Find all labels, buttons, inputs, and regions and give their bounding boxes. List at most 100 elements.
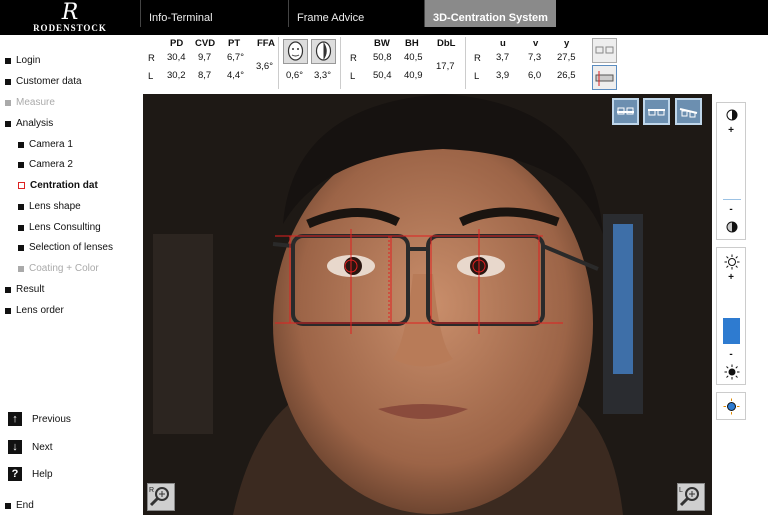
row-label-l: L xyxy=(350,71,356,82)
rodenstock-logo: R RODENSTOCK xyxy=(0,0,140,35)
header-cvd: CVD xyxy=(195,38,216,49)
brightness-low-icon xyxy=(724,364,740,380)
value-v-l: 6,0 xyxy=(528,70,542,81)
zoom-right-label: R xyxy=(149,487,154,494)
header-pd: PD xyxy=(170,38,184,49)
tab-3d-centration[interactable]: 3D-Centration System xyxy=(424,0,556,27)
view-front-button[interactable] xyxy=(612,98,639,125)
nav-measure: Measure xyxy=(5,97,55,108)
auto-light-button[interactable] xyxy=(716,392,746,420)
top-bar: R RODENSTOCK Info-Terminal Frame Advice … xyxy=(0,0,768,35)
value-pd-r: 30,4 xyxy=(167,52,186,63)
brightness-panel: + - xyxy=(716,247,746,385)
header-dbl: DbL xyxy=(437,38,456,49)
contrast-minus-button[interactable]: - xyxy=(717,204,745,215)
frame-side-thumbnail[interactable] xyxy=(592,65,617,90)
contrast-plus-button[interactable]: + xyxy=(717,125,745,136)
value-u-l: 3,9 xyxy=(496,70,510,81)
nav-lens-order[interactable]: Lens order xyxy=(5,305,64,316)
zoom-right-eye-button[interactable]: R xyxy=(147,483,175,511)
logo-text: RODENSTOCK xyxy=(33,22,107,33)
previous-button[interactable]: ↑ Previous xyxy=(8,412,71,426)
value-cvd-r: 9,7 xyxy=(198,52,212,63)
tab-frame-advice[interactable]: Frame Advice xyxy=(288,0,424,27)
value-pt-l: 4,4° xyxy=(227,70,245,81)
view-side-button[interactable] xyxy=(675,98,702,125)
bullet-icon xyxy=(18,265,24,272)
auto-brightness-icon xyxy=(723,398,740,415)
zoom-left-eye-button[interactable]: L xyxy=(677,483,705,511)
bullet-icon xyxy=(5,78,11,85)
current-bullet-icon xyxy=(18,182,25,189)
value-pt-r: 6,7° xyxy=(227,52,245,63)
value-dbl: 17,7 xyxy=(436,61,455,72)
value-v-r: 7,3 xyxy=(528,52,542,63)
brightness-high-icon xyxy=(724,254,740,270)
bullet-icon xyxy=(18,224,24,231)
bullet-icon xyxy=(18,244,24,251)
bullet-icon xyxy=(18,141,24,148)
bullet-icon xyxy=(18,203,24,210)
divider xyxy=(278,37,279,89)
bullet-icon xyxy=(5,57,11,64)
head-angle-b: 3,3° xyxy=(314,70,332,81)
divider xyxy=(340,37,341,89)
brightness-plus-button[interactable]: + xyxy=(717,272,745,283)
nav-analysis[interactable]: Analysis xyxy=(5,118,53,129)
value-y-l: 26,5 xyxy=(557,70,576,81)
nav-customer-data[interactable]: Customer data xyxy=(5,76,82,87)
value-bh-l: 40,9 xyxy=(404,70,423,81)
divider xyxy=(465,37,466,89)
value-u-r: 3,7 xyxy=(496,52,510,63)
value-cvd-l: 8,7 xyxy=(198,70,212,81)
head-angle-a: 0,6° xyxy=(286,70,304,81)
header-v: v xyxy=(533,38,539,49)
row-label-l: L xyxy=(474,71,480,82)
row-label-r: R xyxy=(350,53,357,64)
header-bw: BW xyxy=(374,38,390,49)
value-ffa: 3,6° xyxy=(256,61,274,72)
nav-selection-of-lenses[interactable]: Selection of lenses xyxy=(18,242,113,253)
view-top-button[interactable] xyxy=(643,98,670,125)
nav-coating-color: Coating + Color xyxy=(18,263,99,274)
next-button[interactable]: ↓ Next xyxy=(8,440,53,454)
contrast-slider[interactable] xyxy=(723,199,741,200)
zoom-icon: L xyxy=(679,487,699,507)
tab-info-terminal[interactable]: Info-Terminal xyxy=(140,0,288,27)
value-pd-l: 30,2 xyxy=(167,70,186,81)
header-y: y xyxy=(564,38,570,49)
nav-result[interactable]: Result xyxy=(5,284,44,295)
nav-camera-2[interactable]: Camera 2 xyxy=(18,159,73,170)
brightness-slider[interactable] xyxy=(723,318,740,344)
brightness-minus-button[interactable]: - xyxy=(717,349,745,360)
row-label-r: R xyxy=(474,53,481,64)
head-tilt-icon xyxy=(283,39,308,64)
nav-centration-data[interactable]: Centration dat xyxy=(18,180,98,191)
bullet-icon xyxy=(5,307,11,314)
nav-lens-shape[interactable]: Lens shape xyxy=(18,201,81,212)
value-y-r: 27,5 xyxy=(557,52,576,63)
sidebar: Login Customer data Measure Analysis Cam… xyxy=(0,35,140,520)
value-bw-l: 50,4 xyxy=(373,70,392,81)
arrow-down-icon: ↓ xyxy=(8,440,22,454)
bullet-icon xyxy=(5,502,11,509)
arrow-up-icon: ↑ xyxy=(8,412,22,426)
camera-image[interactable]: R L xyxy=(143,94,712,515)
contrast-low-icon xyxy=(726,221,738,233)
help-button[interactable]: ? Help xyxy=(8,467,53,481)
row-label-r: R xyxy=(148,53,155,64)
nav-login[interactable]: Login xyxy=(5,55,40,66)
header-pt: PT xyxy=(228,38,241,49)
bullet-icon xyxy=(5,99,11,106)
nav-lens-consulting[interactable]: Lens Consulting xyxy=(18,222,101,233)
header-ffa: FFA xyxy=(257,38,275,49)
end-button[interactable]: End xyxy=(5,500,34,511)
bullet-icon xyxy=(5,120,11,127)
zoom-left-label: L xyxy=(679,487,683,494)
frame-front-thumbnail[interactable] xyxy=(592,38,617,63)
value-bh-r: 40,5 xyxy=(404,52,423,63)
bullet-icon xyxy=(18,161,24,168)
nav-camera-1[interactable]: Camera 1 xyxy=(18,139,73,150)
bullet-icon xyxy=(5,286,11,293)
header-u: u xyxy=(500,38,506,49)
